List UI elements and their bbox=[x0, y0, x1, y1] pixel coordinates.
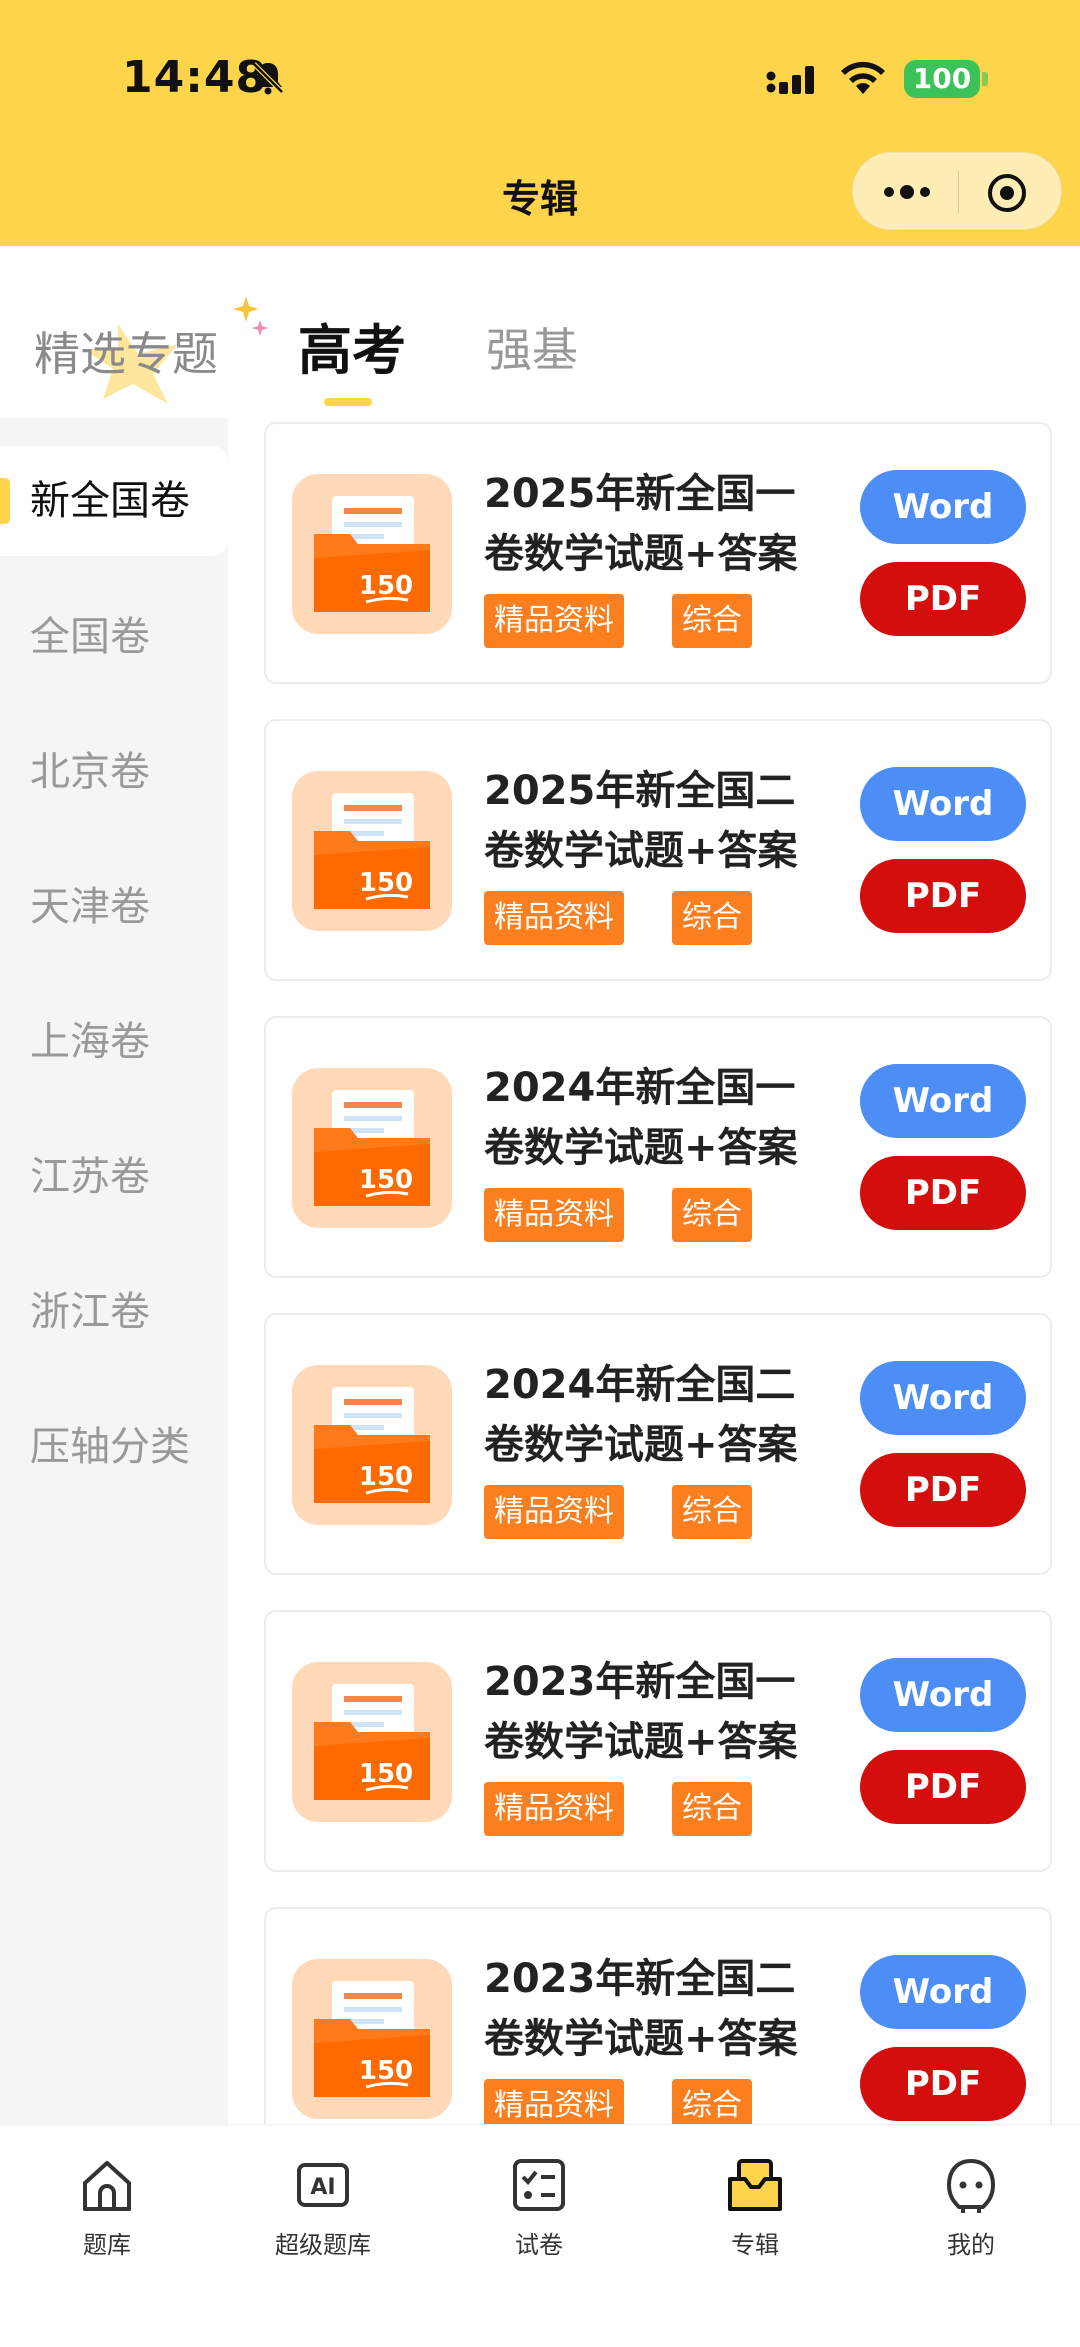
wifi-icon bbox=[841, 61, 885, 94]
album-title: 2025年新全国二卷数学试题+答案 bbox=[484, 768, 798, 874]
home-icon bbox=[83, 2161, 131, 2211]
bottom-tab-bar: 题库 AI 超级题库 试卷 专辑 我的 bbox=[0, 2124, 1080, 2347]
list-item[interactable]: 150 2023年新全国二卷数学试题+答案精品资料 综合 Word PDF bbox=[264, 1907, 1052, 2124]
folder-icon-number: 150 bbox=[359, 1165, 413, 1195]
folder-document-icon: 150 bbox=[292, 1365, 452, 1525]
nav-label: 超级题库 bbox=[275, 2231, 371, 2259]
premium-tag: 精品资料 bbox=[484, 594, 624, 648]
album-title: 2025年新全国一卷数学试题+答案 bbox=[484, 471, 798, 577]
category-tag: 综合 bbox=[672, 1485, 752, 1539]
folder-icon-number: 150 bbox=[359, 2056, 413, 2086]
pdf-download-button[interactable]: PDF bbox=[860, 1453, 1026, 1527]
category-tag: 综合 bbox=[672, 891, 752, 945]
tab-bar-super-question-bank[interactable]: AI 超级题库 bbox=[243, 2155, 403, 2260]
word-download-button[interactable]: Word bbox=[860, 1658, 1026, 1732]
top-header: 14:48 100 专辑 bbox=[0, 0, 1080, 246]
folder-document-icon: 150 bbox=[292, 1959, 452, 2119]
close-target-icon[interactable] bbox=[985, 171, 1029, 215]
album-list: 150 2025年新全国一卷数学试题+答案 精品资料 综合 Word PDF 150 202… bbox=[228, 418, 1080, 2124]
folder-document-icon: 150 bbox=[292, 1068, 452, 1228]
album-title: 2024年新全国一卷数学试题+答案 bbox=[484, 1065, 798, 1171]
sidebar-item-beijing[interactable]: 北京卷 bbox=[0, 717, 228, 827]
folder-icon-number: 150 bbox=[359, 1759, 413, 1789]
tab-qiangji[interactable]: 强基 bbox=[486, 314, 578, 380]
album-title: 2023年新全国二卷数学试题+答案 bbox=[484, 1956, 798, 2062]
tab-gaokao[interactable]: 高考 bbox=[298, 306, 406, 385]
tab-bar-exam-papers[interactable]: 试卷 bbox=[459, 2155, 619, 2260]
word-download-button[interactable]: Word bbox=[860, 767, 1026, 841]
sidebar-item-zhejiang[interactable]: 浙江卷 bbox=[0, 1257, 228, 1367]
album-title: 2024年新全国二卷数学试题+答案 bbox=[484, 1362, 798, 1468]
checklist-icon bbox=[513, 2159, 565, 2211]
sidebar-item-jiangsu[interactable]: 江苏卷 bbox=[0, 1122, 228, 1232]
region-sidebar: 新全国卷 全国卷 北京卷 天津卷 上海卷 江苏卷 浙江卷 压轴分类 bbox=[0, 418, 228, 2124]
folder-icon-number: 150 bbox=[359, 868, 413, 898]
tab-bar-albums[interactable]: 专辑 bbox=[675, 2155, 835, 2260]
status-time: 14:48 bbox=[122, 52, 268, 103]
category-tag: 综合 bbox=[672, 1188, 752, 1242]
album-icon bbox=[728, 2159, 782, 2211]
category-tag: 综合 bbox=[672, 2079, 752, 2124]
list-item[interactable]: 150 2025年新全国一卷数学试题+答案精品资料 综合 Word PDF bbox=[264, 422, 1052, 684]
word-download-button[interactable]: Word bbox=[860, 1064, 1026, 1138]
battery-indicator: 100 bbox=[904, 60, 980, 98]
sidebar-item-shanghai[interactable]: 上海卷 bbox=[0, 987, 228, 1097]
premium-tag: 精品资料 bbox=[484, 891, 624, 945]
svg-text:AI: AI bbox=[310, 2175, 335, 2200]
premium-tag: 精品资料 bbox=[484, 2079, 624, 2124]
mini-program-capsule bbox=[852, 152, 1062, 230]
folder-document-icon: 150 bbox=[292, 1662, 452, 1822]
tab-featured-topics[interactable]: 精选专题 bbox=[34, 318, 218, 384]
bell-muted-icon bbox=[252, 62, 284, 95]
pdf-download-button[interactable]: PDF bbox=[860, 859, 1026, 933]
list-item[interactable]: 150 2024年新全国二卷数学试题+答案精品资料 综合 Word PDF bbox=[264, 1313, 1052, 1575]
active-tab-indicator bbox=[324, 398, 372, 406]
premium-tag: 精品资料 bbox=[484, 1188, 624, 1242]
list-item[interactable]: 150 2024年新全国一卷数学试题+答案精品资料 综合 Word PDF bbox=[264, 1016, 1052, 1278]
category-tag: 综合 bbox=[672, 594, 752, 648]
more-options-icon[interactable] bbox=[879, 173, 935, 211]
battery-tip bbox=[982, 72, 988, 86]
pdf-download-button[interactable]: PDF bbox=[860, 2047, 1026, 2121]
premium-tag: 精品资料 bbox=[484, 1782, 624, 1836]
folder-icon-number: 150 bbox=[359, 1462, 413, 1492]
category-tag: 综合 bbox=[672, 1782, 752, 1836]
ai-icon: AI bbox=[297, 2163, 349, 2207]
pdf-download-button[interactable]: PDF bbox=[860, 562, 1026, 636]
album-title: 2023年新全国一卷数学试题+答案 bbox=[484, 1659, 798, 1765]
nav-label: 我的 bbox=[947, 2231, 995, 2259]
nav-label: 专辑 bbox=[731, 2231, 779, 2259]
sidebar-item-finale-category[interactable]: 压轴分类 bbox=[0, 1392, 228, 1502]
nav-label: 题库 bbox=[83, 2231, 131, 2259]
category-tabs: 精选专题 高考 强基 bbox=[0, 246, 1080, 418]
profile-icon bbox=[946, 2158, 996, 2213]
word-download-button[interactable]: Word bbox=[860, 1361, 1026, 1435]
sidebar-item-new-national[interactable]: 新全国卷 bbox=[0, 446, 228, 556]
tab-bar-profile[interactable]: 我的 bbox=[891, 2155, 1051, 2260]
list-item[interactable]: 150 2025年新全国二卷数学试题+答案精品资料 综合 Word PDF bbox=[264, 719, 1052, 981]
capsule-divider bbox=[958, 171, 959, 213]
sidebar-item-tianjin[interactable]: 天津卷 bbox=[0, 852, 228, 962]
pdf-download-button[interactable]: PDF bbox=[860, 1156, 1026, 1230]
premium-tag: 精品资料 bbox=[484, 1485, 624, 1539]
tab-bar-question-bank[interactable]: 题库 bbox=[27, 2155, 187, 2260]
word-download-button[interactable]: Word bbox=[860, 470, 1026, 544]
cellular-signal-icon bbox=[766, 66, 814, 94]
list-item[interactable]: 150 2023年新全国一卷数学试题+答案精品资料 综合 Word PDF bbox=[264, 1610, 1052, 1872]
folder-icon-number: 150 bbox=[359, 571, 413, 601]
sidebar-item-national[interactable]: 全国卷 bbox=[0, 582, 228, 692]
nav-label: 试卷 bbox=[515, 2231, 563, 2259]
folder-document-icon: 150 bbox=[292, 474, 452, 634]
folder-document-icon: 150 bbox=[292, 771, 452, 931]
pdf-download-button[interactable]: PDF bbox=[860, 1750, 1026, 1824]
word-download-button[interactable]: Word bbox=[860, 1955, 1026, 2029]
